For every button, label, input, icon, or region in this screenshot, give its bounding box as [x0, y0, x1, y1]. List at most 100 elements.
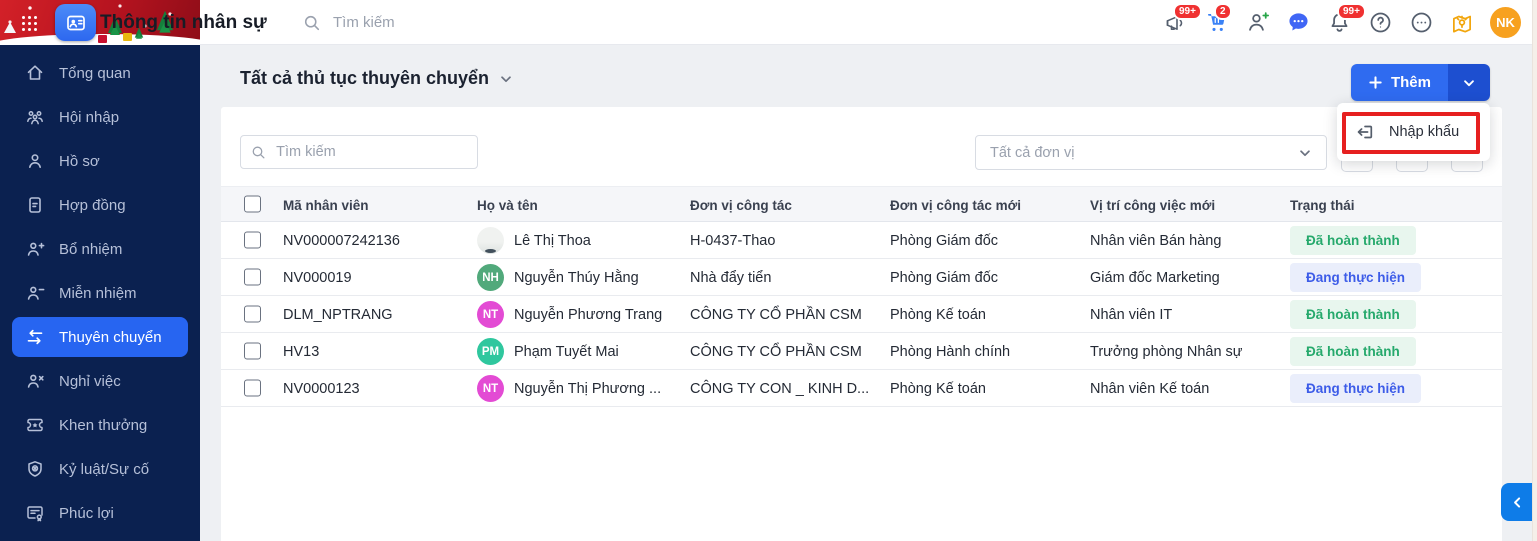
- cell-name: PM Phạm Tuyết Mai: [477, 333, 619, 370]
- announcements-badge: 99+: [1173, 3, 1202, 21]
- status-badge: Đã hoàn thành: [1290, 226, 1416, 255]
- mountain-decoration: [4, 22, 16, 33]
- sidebar-item-thuyen-chuyen[interactable]: Thuyên chuyển: [12, 317, 188, 357]
- add-dropdown-toggle[interactable]: [1448, 64, 1490, 101]
- cell-status: Đang thực hiện: [1290, 370, 1421, 407]
- top-bar: Thông tin nhân sự 99+ 2: [0, 0, 1537, 45]
- people-group-icon: [25, 107, 45, 127]
- unit-filter-select[interactable]: Tất cả đơn vị: [975, 135, 1327, 170]
- more-button[interactable]: [1408, 10, 1434, 36]
- status-badge: Đã hoàn thành: [1290, 337, 1416, 366]
- cell-name: NT Nguyễn Thị Phương ...: [477, 370, 661, 407]
- row-checkbox[interactable]: [244, 269, 261, 286]
- search-icon: [303, 14, 321, 32]
- add-user-button[interactable]: [1244, 10, 1270, 36]
- avatar: NH: [477, 264, 504, 291]
- sidebar-item-nghi-viec[interactable]: Nghỉ việc: [0, 359, 200, 403]
- sidebar-item-mien-nhiem[interactable]: Miễn nhiệm: [0, 271, 200, 315]
- table-search[interactable]: [240, 135, 478, 169]
- sidebar-item-khen-thuong[interactable]: Khen thưởng: [0, 403, 200, 447]
- cell-status: Đang thực hiện: [1290, 259, 1421, 296]
- column-header-new-unit: Đơn vị công tác mới: [890, 187, 1021, 223]
- table-row[interactable]: NV0000123 NT Nguyễn Thị Phương ... CÔNG …: [221, 370, 1502, 407]
- home-icon: [25, 63, 45, 83]
- help-button[interactable]: [1367, 10, 1393, 36]
- cell-unit: CÔNG TY CỔ PHẦN CSM: [690, 296, 862, 333]
- cell-code: NV000007242136: [283, 222, 400, 259]
- sidebar-item-tong-quan[interactable]: Tổng quan: [0, 51, 200, 95]
- topbar-actions: 99+ 2 99+: [1162, 0, 1521, 45]
- page-title: Thông tin nhân sự: [100, 0, 267, 45]
- scrollbar-track[interactable]: [1532, 0, 1537, 541]
- add-user-icon: [1245, 10, 1270, 35]
- table-search-input[interactable]: [274, 143, 467, 161]
- sidebar-item-label: Hợp đồng: [59, 197, 126, 214]
- notifications-button[interactable]: 99+: [1326, 10, 1352, 36]
- unit-filter-value: Tất cả đơn vị: [990, 145, 1074, 161]
- table-row[interactable]: NV000007242136 Lê Thị Thoa H-0437-Thao P…: [221, 222, 1502, 259]
- sidebar-item-label: Hội nhập: [59, 109, 119, 126]
- chevron-down-icon: [499, 72, 513, 86]
- sidebar-nav: Tổng quan Hội nhập Hồ sơ Hợp đồng Bổ nhi…: [0, 45, 200, 541]
- cell-unit: CÔNG TY CỔ PHẦN CSM: [690, 333, 862, 370]
- hr-app-logo[interactable]: [55, 4, 96, 41]
- add-dropdown-menu: Nhập khẩu: [1337, 103, 1490, 161]
- row-checkbox[interactable]: [244, 232, 261, 249]
- table-row[interactable]: DLM_NPTRANG NT Nguyễn Phương Trang CÔNG …: [221, 296, 1502, 333]
- sidebar-item-hoi-nhap[interactable]: Hội nhập: [0, 95, 200, 139]
- row-checkbox[interactable]: [244, 306, 261, 323]
- avatar-photo: [477, 227, 504, 254]
- row-checkbox[interactable]: [244, 343, 261, 360]
- table-row[interactable]: NV000019 NH Nguyễn Thúy Hằng Nhà đẩy tiể…: [221, 259, 1502, 296]
- messages-button[interactable]: [1285, 10, 1311, 36]
- announcements-button[interactable]: 99+: [1162, 10, 1188, 36]
- cell-status: Đã hoàn thành: [1290, 333, 1416, 370]
- row-checkbox[interactable]: [244, 380, 261, 397]
- cell-unit: Nhà đẩy tiển: [690, 259, 771, 296]
- sidebar-item-label: Bổ nhiệm: [59, 241, 122, 258]
- cell-code: DLM_NPTRANG: [283, 296, 393, 333]
- sidebar-item-label: Thuyên chuyển: [59, 329, 162, 346]
- view-title: Tất cả thủ tục thuyên chuyển: [240, 68, 489, 89]
- user-avatar[interactable]: NK: [1490, 7, 1521, 38]
- sidebar-item-hop-dong[interactable]: Hợp đồng: [0, 183, 200, 227]
- search-icon: [251, 144, 266, 161]
- cell-code: NV0000123: [283, 370, 360, 407]
- import-icon: [1355, 122, 1375, 142]
- table-row[interactable]: HV13 PM Phạm Tuyết Mai CÔNG TY CỔ PHẦN C…: [221, 333, 1502, 370]
- cell-name: Lê Thị Thoa: [477, 222, 591, 259]
- view-title-dropdown[interactable]: Tất cả thủ tục thuyên chuyển: [240, 68, 513, 89]
- plus-icon: [1368, 75, 1383, 90]
- status-badge: Đã hoàn thành: [1290, 300, 1416, 329]
- cell-code: NV000019: [283, 259, 352, 296]
- global-search-input[interactable]: [331, 13, 491, 32]
- global-search[interactable]: [303, 0, 491, 45]
- ticket-star-icon: [25, 415, 45, 435]
- sidebar-item-label: Nghỉ việc: [59, 373, 121, 390]
- sidebar-item-ho-so[interactable]: Hồ sơ: [0, 139, 200, 183]
- app-launcher-icon[interactable]: [22, 16, 25, 19]
- add-button-label: Thêm: [1391, 74, 1431, 91]
- sidebar-item-bo-nhiem[interactable]: Bổ nhiệm: [0, 227, 200, 271]
- status-badge: Đang thực hiện: [1290, 263, 1421, 292]
- store-button[interactable]: 2: [1203, 10, 1229, 36]
- collapse-panel-tab[interactable]: [1501, 483, 1533, 521]
- shield-x-icon: [25, 459, 45, 479]
- store-badge: 2: [1214, 3, 1232, 21]
- add-button[interactable]: Thêm: [1351, 64, 1448, 101]
- whats-new-button[interactable]: [1449, 10, 1475, 36]
- avatar: NT: [477, 375, 504, 402]
- avatar: NT: [477, 301, 504, 328]
- sidebar-item-ky-luat[interactable]: Kỷ luật/Sự cố: [0, 447, 200, 491]
- sidebar-item-label: Tổng quan: [59, 65, 131, 82]
- idea-lamp-icon: [1449, 10, 1475, 36]
- import-menu-item[interactable]: Nhập khẩu: [1345, 115, 1482, 149]
- sidebar-item-phuc-loi[interactable]: Phúc lợi: [0, 491, 200, 535]
- cell-unit: CÔNG TY CON _ KINH D...: [690, 370, 869, 407]
- select-all-checkbox[interactable]: [244, 196, 261, 213]
- cell-new-position: Nhân viên Kế toán: [1090, 370, 1209, 407]
- sidebar-item-label: Hồ sơ: [59, 153, 100, 170]
- sidebar-item-label: Miễn nhiệm: [59, 285, 137, 302]
- column-header-name: Họ và tên: [477, 187, 538, 223]
- sidebar-item-label: Khen thưởng: [59, 417, 147, 434]
